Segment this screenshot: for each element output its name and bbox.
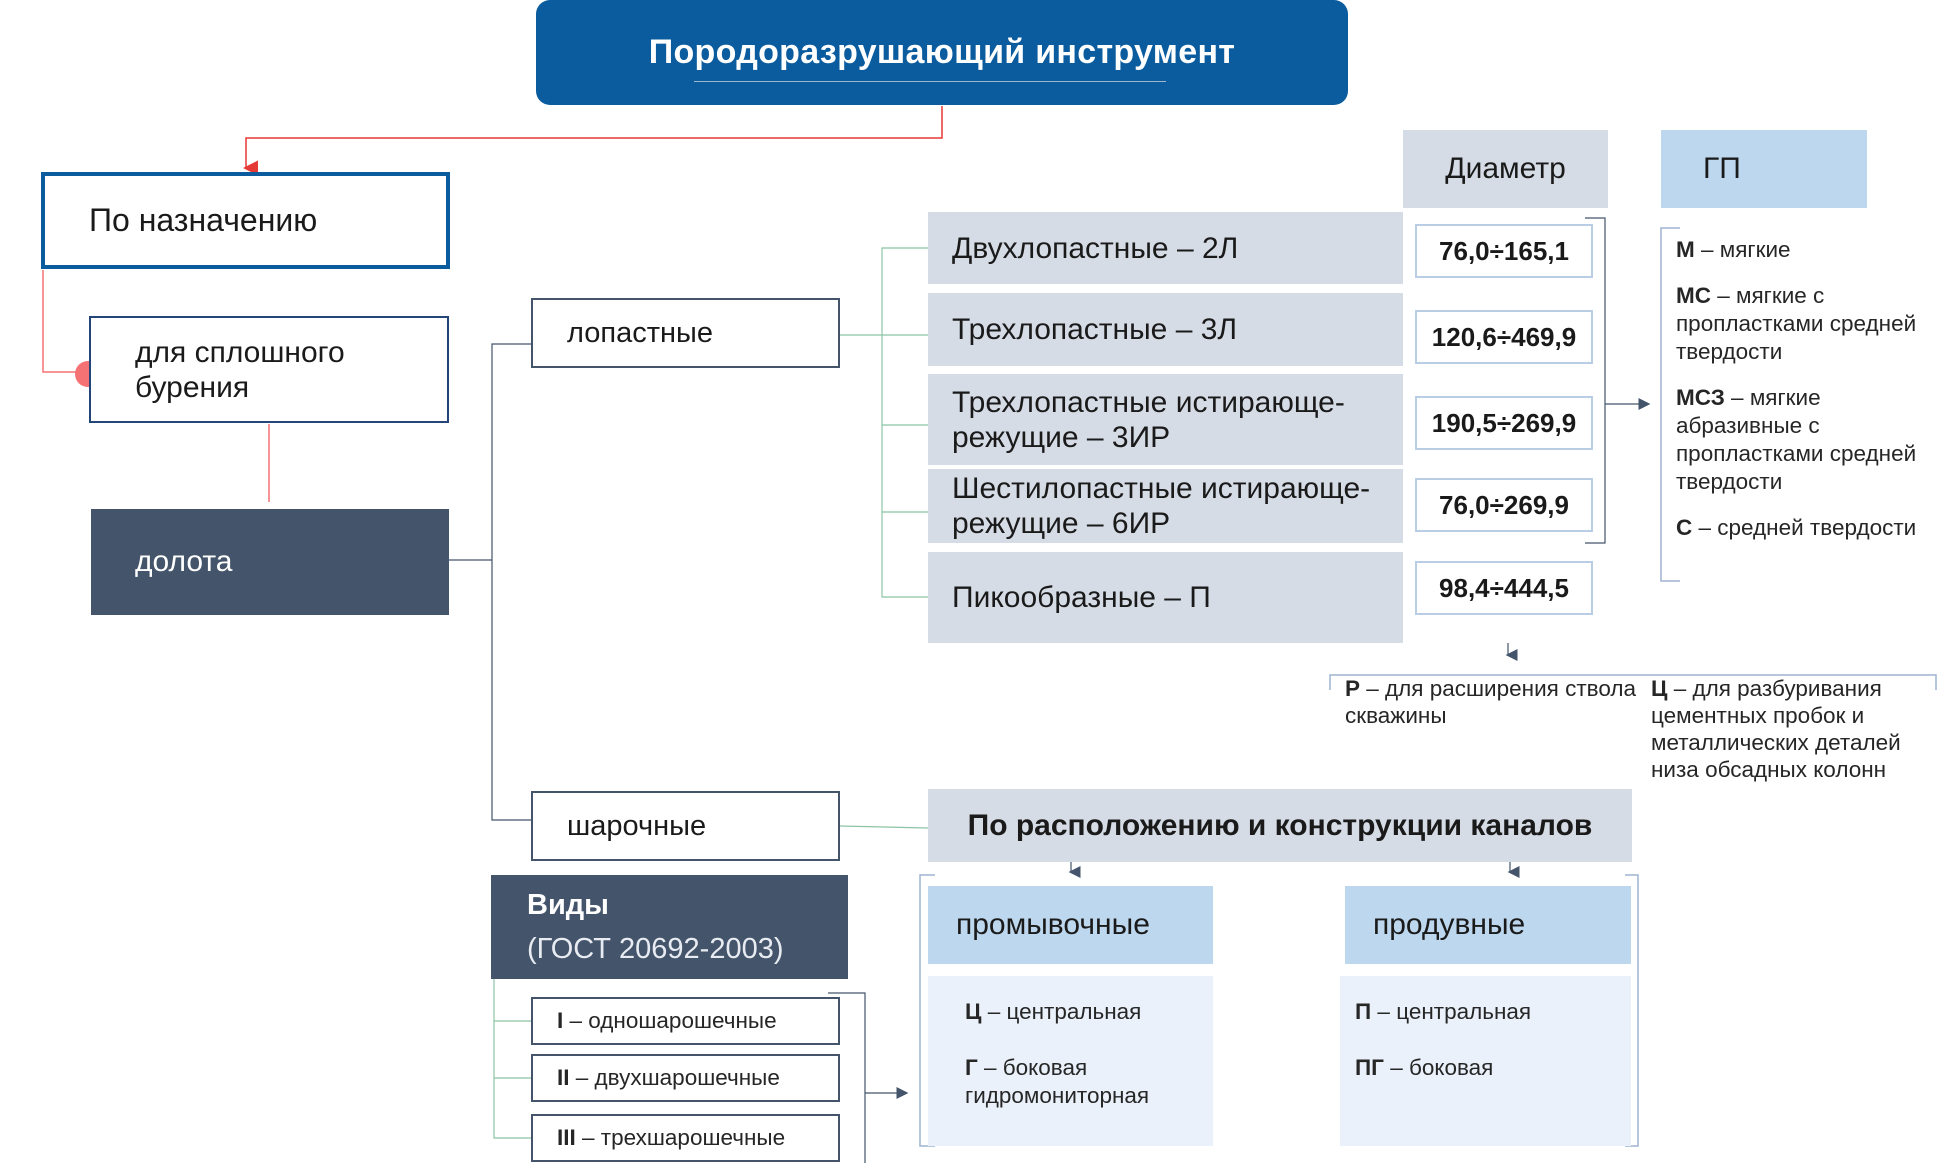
blade-type-name: Двухлопастные – 2Л [952, 231, 1239, 265]
blade-label: лопастные [567, 316, 713, 349]
blade-type-name: Трехлопастные истирающе-режущие – 3ИР [952, 385, 1345, 454]
bits-box: долота [91, 509, 449, 615]
types-standard: (ГОСТ 20692-2003) [527, 933, 784, 965]
purpose-label: По назначению [89, 202, 318, 238]
roller-box: шарочные [531, 791, 840, 861]
main-title: Породоразрушающий инструмент [536, 0, 1348, 105]
blowing-item: ПГ – боковая [1355, 1055, 1494, 1080]
gp-header-label: ГП [1703, 152, 1741, 185]
types-title: Виды [527, 889, 609, 921]
blowing-item: П – центральная [1355, 999, 1532, 1024]
title-to-purpose-connector [243, 106, 943, 176]
blade-type-name: Шестилопастные истирающе-режущие – 6ИР [952, 472, 1371, 540]
blade-type-name: Трехлопастные – 3Л [952, 313, 1238, 346]
diameter-header-label: Диаметр [1445, 152, 1566, 185]
flushing-items: Ц – центральная Г – боковая гидромонитор… [928, 976, 1213, 1146]
flushing-item: Ц – центральная [965, 999, 1142, 1024]
blade-types-trunk [881, 247, 928, 598]
rock-hardness-item: С – средней твердости [1676, 515, 1917, 540]
blade-type-name: Пикообразные – П [952, 581, 1211, 614]
diameter-value-text: 190,5÷269,9 [1431, 407, 1577, 438]
blowing-items: П – центральная ПГ – боковая [1340, 976, 1631, 1146]
diameter-value-text: 76,0÷165,1 [1439, 235, 1569, 266]
purpose-code-item: Ц – для разбуривания цементных пробок и … [1651, 676, 1901, 782]
rock-hardness-list: М – мягкие МС – мягкие с пропластками ср… [1676, 236, 1946, 560]
diameter-value-text: 98,4÷444,5 [1439, 572, 1569, 603]
purpose-to-solid-connector [42, 270, 88, 373]
gp-header: ГП [1661, 130, 1867, 208]
blade-type-row: Пикообразные – П [928, 552, 1403, 643]
blade-box: лопастные [531, 298, 840, 368]
rock-hardness-item: М – мягкие [1676, 237, 1791, 262]
bits-label: долота [135, 545, 233, 578]
types-trunk [493, 979, 531, 1139]
diameter-value-text: 120,6÷469,9 [1431, 321, 1577, 352]
flushing-item: Г – боковая гидромониторная [965, 1055, 1150, 1108]
blade-type-row: Двухлопастные – 2Л [928, 212, 1403, 284]
roller-label: шарочные [567, 809, 707, 842]
rock-hardness-item: МС – мягкие с пропластками средней тверд… [1676, 283, 1917, 364]
solid-drilling-box: для сплошного бурения [89, 316, 449, 423]
type-item: I – одношарошечные [531, 997, 840, 1045]
diameter-value: 190,5÷269,9 [1415, 396, 1593, 450]
purpose-box: По назначению [41, 172, 450, 269]
purpose-code-item: Р – для расширения ствола скважины [1345, 676, 1636, 728]
diameter-value: 76,0÷269,9 [1415, 478, 1593, 532]
diameter-value: 120,6÷469,9 [1415, 310, 1593, 364]
blade-type-row: Трехлопастные – 3Л [928, 293, 1403, 366]
flushing-label: промывочные [956, 908, 1150, 941]
type-item: III – трехшарошечные [531, 1114, 840, 1162]
flushing-header: промывочные [928, 886, 1213, 964]
diameter-header: Диаметр [1403, 130, 1608, 208]
blowing-header: продувные [1345, 886, 1631, 964]
rock-hardness-item: МСЗ – мягкие абразивные с пропластками с… [1676, 385, 1917, 494]
channels-title: По расположению и конструкции каналов [967, 808, 1593, 842]
blade-type-row: Трехлопастные истирающе-режущие – 3ИР [928, 374, 1403, 465]
types-box: Виды (ГОСТ 20692-2003) [491, 875, 848, 979]
channels-box: По расположению и конструкции каналов [928, 789, 1632, 862]
diameter-value: 98,4÷444,5 [1415, 561, 1593, 615]
blowing-label: продувные [1373, 908, 1526, 941]
blade-type-row: Шестилопастные истирающе-режущие – 6ИР [928, 469, 1403, 543]
diameter-value-text: 76,0÷269,9 [1439, 489, 1569, 520]
title-underline [694, 81, 1166, 82]
type-item: II – двухшарошечные [531, 1054, 840, 1102]
diameter-value: 76,0÷165,1 [1415, 224, 1593, 278]
main-title-text: Породоразрушающий инструмент [648, 33, 1236, 71]
roller-to-channels-connector [839, 825, 929, 829]
branch-trunk [491, 343, 531, 821]
solid-drilling-label: для сплошного бурения [135, 335, 345, 404]
